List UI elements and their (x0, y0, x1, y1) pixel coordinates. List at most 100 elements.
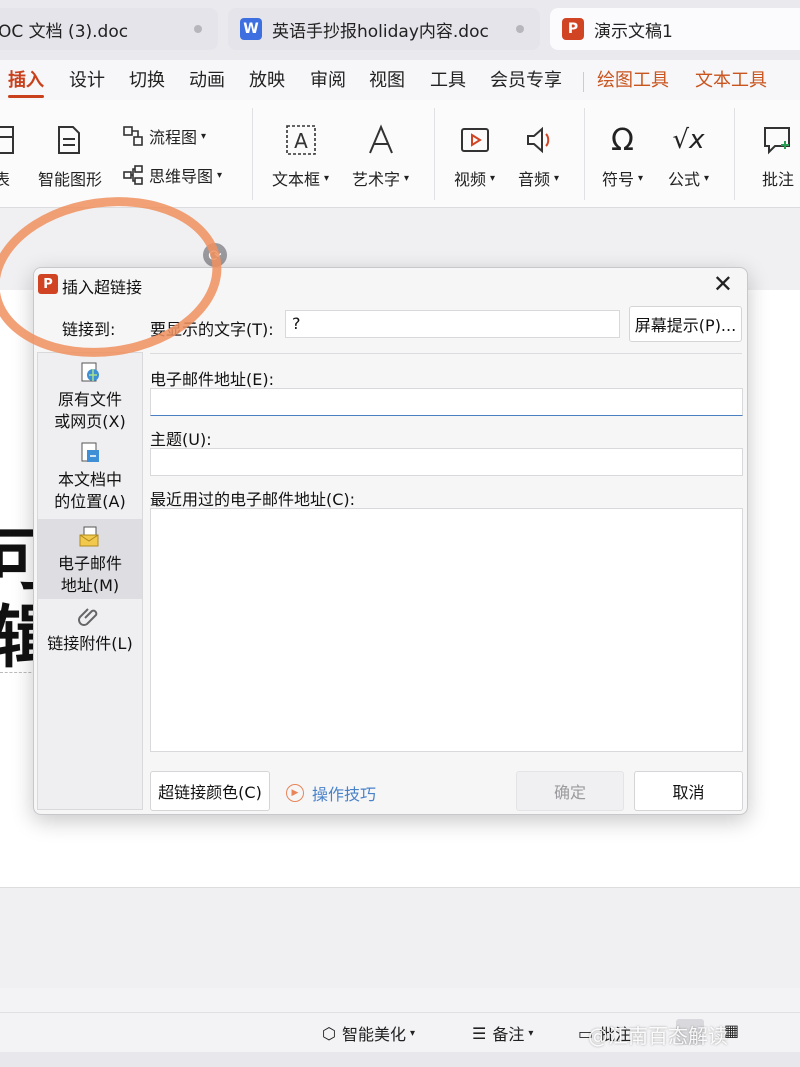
tab-english-doc[interactable]: W 英语手抄报holiday内容.doc (228, 8, 540, 50)
insert-hyperlink-dialog: P 插入超链接 ✕ 链接到: 要显示的文字(T): ? 屏幕提示(P)... 原… (33, 267, 748, 815)
email-address-input[interactable] (150, 388, 743, 416)
chevron-down-icon: ▾ (409, 1027, 416, 1039)
ppt-icon: P (562, 18, 584, 40)
formula-button[interactable]: √x 公式 ▾ (668, 120, 709, 190)
ppt-icon: P (38, 274, 58, 294)
symbol-button[interactable]: Ω 符号 ▾ (602, 120, 643, 190)
symbol-label: 符号 (602, 170, 635, 189)
screen-tip-button[interactable]: 屏幕提示(P)... (629, 306, 742, 342)
subject-input[interactable] (150, 448, 743, 476)
watermark: @江南百态解读 (588, 1024, 728, 1048)
link-attachment-label: 链接附件(L) (47, 634, 133, 653)
smart-graphic-icon (50, 120, 90, 160)
notes-button[interactable]: ☰ 备注 ▾ (472, 1021, 533, 1045)
smart-beautify-label: 智能美化 (341, 1025, 406, 1044)
flowchart-label: 流程图 (149, 128, 198, 147)
comment-icon (758, 120, 798, 160)
flowchart-button[interactable]: 流程图 ▾ (122, 124, 206, 148)
comment-label: 批注 (761, 170, 794, 189)
rotate-handle-icon[interactable]: ⟳ (203, 243, 227, 267)
link-email-address[interactable]: 电子邮件 地址(M) (38, 519, 142, 599)
table-label: 表 (0, 170, 10, 189)
tips-link[interactable]: ▶ 操作技巧 (286, 781, 376, 805)
video-button[interactable]: 视频 ▾ (454, 120, 495, 190)
hyperlink-color-button[interactable]: 超链接颜色(C) (150, 771, 270, 811)
taskbar (0, 1052, 800, 1067)
display-text-label: 要显示的文字(T): (150, 320, 274, 339)
menu-member[interactable]: 会员专享 (490, 66, 562, 92)
document-location-icon (81, 442, 99, 462)
svg-text:A: A (294, 129, 308, 153)
cancel-button[interactable]: 取消 (634, 771, 743, 811)
ribbon-divider (584, 108, 585, 200)
audio-button[interactable]: 音频 ▾ (518, 120, 559, 190)
subject-label: 主题(U): (150, 430, 212, 449)
link-this-document-label: 本文档中 的位置(A) (54, 470, 126, 511)
display-text-input[interactable]: ? (285, 310, 620, 338)
web-page-icon (81, 362, 99, 382)
table-button[interactable]: 表 (0, 120, 22, 190)
smart-beautify-button[interactable]: ⬡ 智能美化 ▾ (322, 1021, 415, 1045)
wordart-button[interactable]: 艺术字 ▾ (352, 120, 409, 190)
slide-placeholder-border (0, 672, 36, 673)
notes-label: 备注 (492, 1025, 525, 1044)
tab-presentation[interactable]: P 演示文稿1 (550, 8, 800, 50)
paperclip-icon (78, 608, 98, 626)
smart-graphic-button[interactable]: 智能图形 (38, 120, 102, 190)
menu-transition[interactable]: 切换 (129, 66, 165, 92)
wordart-icon (361, 120, 401, 160)
link-email-address-label: 电子邮件 地址(M) (57, 554, 122, 595)
textbox-icon: A (281, 120, 321, 160)
menu-drawing-tools[interactable]: 绘图工具 (597, 66, 669, 92)
wordart-label: 艺术字 (352, 170, 401, 189)
ribbon-divider (252, 108, 253, 200)
chevron-down-icon: ▾ (324, 172, 330, 184)
tab-doc3-label: OC 文档 (3).doc (0, 21, 129, 42)
email-icon (79, 526, 99, 547)
tab-dot-icon[interactable] (194, 25, 202, 33)
textbox-label: 文本框 (272, 170, 321, 189)
link-to-label: 链接到: (62, 320, 116, 339)
menu-design[interactable]: 设计 (69, 66, 105, 92)
omega-icon: Ω (611, 122, 634, 158)
menu-view[interactable]: 视图 (369, 66, 405, 92)
chevron-down-icon: ▾ (404, 172, 410, 184)
tab-dot-icon[interactable] (516, 25, 524, 33)
play-icon: ▶ (286, 784, 304, 802)
menu-slideshow[interactable]: 放映 (249, 66, 285, 92)
cube-icon: ⬡ (322, 1023, 336, 1043)
tips-label: 操作技巧 (312, 785, 377, 804)
chevron-down-icon: ▾ (201, 130, 207, 142)
formula-label: 公式 (668, 170, 701, 189)
comment-button[interactable]: 批注 (758, 120, 798, 190)
menu-text-tools[interactable]: 文本工具 (695, 66, 767, 92)
menu-animation[interactable]: 动画 (189, 66, 225, 92)
recent-email-list[interactable] (150, 508, 743, 752)
chevron-down-icon: ▾ (217, 169, 223, 181)
link-attachment[interactable]: 链接附件(L) (38, 605, 142, 675)
notes-icon: ☰ (472, 1023, 487, 1043)
divider (150, 353, 742, 354)
link-existing-file-label: 原有文件 或网页(X) (54, 390, 126, 431)
close-icon[interactable]: ✕ (713, 270, 733, 298)
textbox-button[interactable]: A 文本框 ▾ (272, 120, 329, 190)
menu-tools[interactable]: 工具 (430, 66, 466, 92)
menu-divider (583, 72, 584, 92)
menu-review[interactable]: 审阅 (310, 66, 346, 92)
link-this-document[interactable]: 本文档中 的位置(A) (38, 441, 142, 517)
mindmap-button[interactable]: 思维导图 ▾ (122, 163, 222, 187)
video-icon (455, 120, 495, 160)
chevron-down-icon: ▾ (638, 172, 644, 184)
menu-insert[interactable]: 插入 (8, 66, 44, 98)
ribbon-divider (734, 108, 735, 200)
chevron-down-icon: ▾ (704, 172, 710, 184)
tab-presentation-label: 演示文稿1 (594, 21, 673, 42)
chevron-down-icon: ▾ (554, 172, 560, 184)
chevron-down-icon: ▾ (490, 172, 496, 184)
link-existing-file[interactable]: 原有文件 或网页(X) (38, 361, 142, 437)
tab-doc3[interactable]: OC 文档 (3).doc (0, 8, 218, 50)
ok-button[interactable]: 确定 (516, 771, 624, 811)
email-address-label: 电子邮件地址(E): (150, 370, 274, 389)
mindmap-icon (123, 165, 143, 185)
menu-bar: 插入 设计 切换 动画 放映 审阅 视图 工具 会员专享 绘图工具 文本工具 (0, 60, 800, 100)
